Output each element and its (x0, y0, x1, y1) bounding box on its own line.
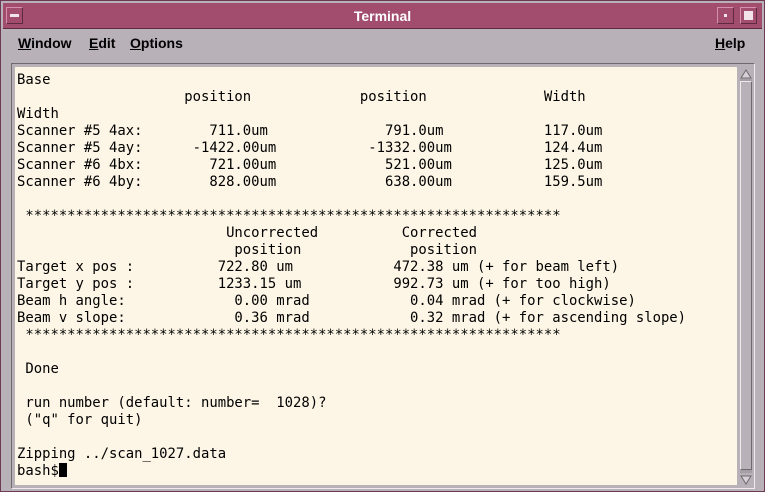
terminal-line: Zipping ../scan_1027.data (17, 446, 227, 462)
terminal-line: Scanner #5 4ay: -1422.00um -1332.00um 12… (17, 140, 603, 156)
menu-edit[interactable]: Edit (89, 35, 115, 51)
menu-help[interactable]: Help (715, 35, 745, 51)
terminal-line: Base (17, 72, 51, 88)
terminal-line: Scanner #5 4ax: 711.0um 791.0um 117.0um (17, 123, 603, 139)
maximize-icon (744, 11, 753, 20)
menu-window[interactable]: Window (18, 35, 72, 51)
terminal-line: run number (default: number= 1028)? (17, 395, 327, 411)
arrow-up-icon (740, 69, 752, 79)
terminal-line: Done (17, 361, 59, 377)
terminal-line: Beam v slope: 0.36 mrad 0.32 mrad (+ for… (17, 310, 687, 326)
arrow-down-icon (740, 475, 752, 485)
terminal-frame: Base position position Width Width Scann… (11, 63, 755, 489)
terminal-line: Target y pos : 1233.15 um 992.73 um (+ f… (17, 276, 611, 292)
scroll-down-button[interactable] (740, 473, 752, 485)
shell-prompt: bash$ (17, 463, 59, 479)
terminal-line: Target x pos : 722.80 um 472.38 um (+ fo… (17, 259, 620, 275)
terminal-line: Beam h angle: 0.00 mrad 0.04 mrad (+ for… (17, 293, 636, 309)
menu-options[interactable]: Options (130, 35, 183, 51)
minimize-icon (724, 14, 727, 17)
terminal-output[interactable]: Base position position Width Width Scann… (15, 67, 737, 485)
terminal-line: ****************************************… (17, 327, 561, 343)
terminal-line: Width (17, 106, 59, 122)
minimize-button[interactable] (717, 7, 734, 24)
terminal-line: Scanner #6 4by: 828.00um 638.00um 159.5u… (17, 174, 603, 190)
window-title: Terminal (353, 8, 412, 24)
terminal-line: ("q" for quit) (17, 412, 143, 428)
text-cursor (58, 463, 67, 477)
terminal-line: position position (17, 242, 477, 258)
terminal-line: Uncorrected Corrected (17, 225, 477, 241)
title-bar[interactable]: Terminal (3, 3, 762, 29)
vertical-scrollbar[interactable] (740, 67, 752, 485)
terminal-window: Terminal Window Edit Options Help Base p… (0, 0, 765, 492)
menu-bar: Window Edit Options Help (3, 30, 762, 59)
scroll-thumb[interactable] (740, 81, 752, 470)
terminal-line: ****************************************… (17, 208, 561, 224)
scroll-up-button[interactable] (740, 67, 752, 79)
terminal-text: Base position position Width Width Scann… (15, 67, 737, 480)
maximize-button[interactable] (740, 7, 757, 24)
terminal-line: Scanner #6 4bx: 721.00um 521.00um 125.0u… (17, 157, 603, 173)
terminal-line: position position Width (17, 89, 586, 105)
